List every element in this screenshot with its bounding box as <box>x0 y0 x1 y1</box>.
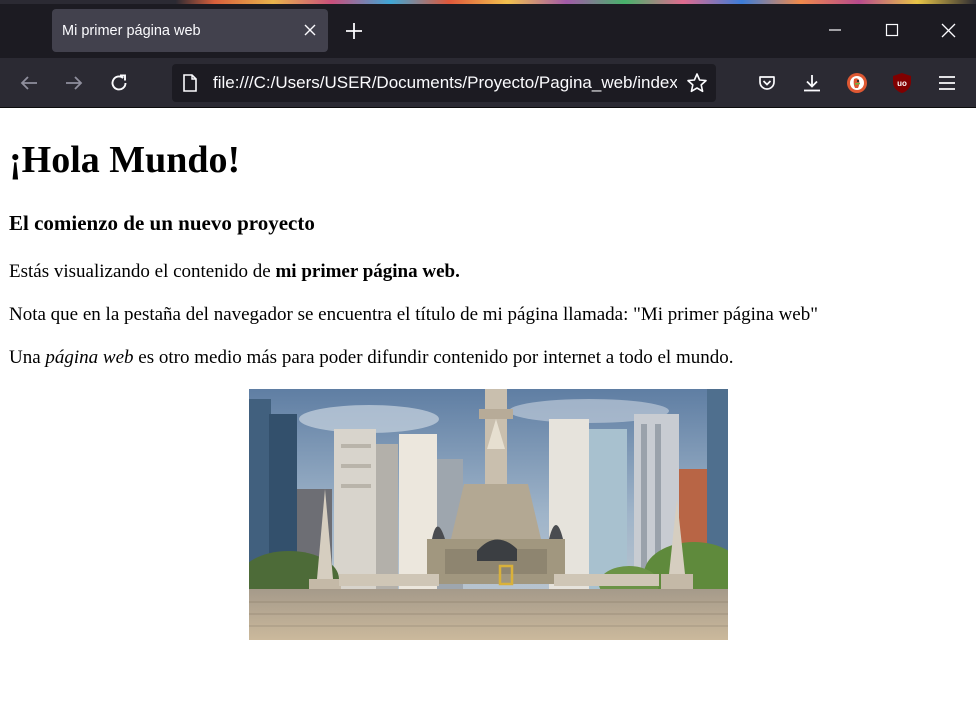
monument-photo <box>249 389 728 640</box>
svg-text:uo: uo <box>897 79 907 88</box>
reload-icon <box>111 74 127 91</box>
paragraph-web-page: Una página web es otro medio más para po… <box>9 347 733 369</box>
downloads-button[interactable] <box>798 69 826 97</box>
address-bar[interactable]: file:///C:/Users/USER/Documents/Proyecto… <box>172 64 716 102</box>
navigation-toolbar: file:///C:/Users/USER/Documents/Proyecto… <box>0 58 976 108</box>
page-subheading: El comienzo de un nuevo proyecto <box>9 211 315 235</box>
back-arrow-icon <box>20 76 37 90</box>
page-heading: ¡Hola Mundo! <box>9 139 241 181</box>
close-tab-icon[interactable] <box>302 22 318 38</box>
download-icon <box>804 75 820 92</box>
ublock-icon: uo <box>893 73 911 93</box>
paragraph-tab-note: Nota que en la pestaña del navegador se … <box>9 304 818 325</box>
paragraph-web-page-italic: página web <box>45 347 134 368</box>
url-text[interactable]: file:///C:/Users/USER/Documents/Proyecto… <box>213 73 677 93</box>
app-menu-button[interactable] <box>933 69 961 97</box>
close-icon <box>941 23 955 37</box>
duckduckgo-icon <box>847 73 867 93</box>
paragraph-intro: Estás visualizando el contenido de mi pr… <box>9 261 460 283</box>
tab-bar: Mi primer página web <box>0 4 976 58</box>
close-window-button[interactable] <box>933 16 963 44</box>
duckduckgo-extension-button[interactable] <box>843 69 871 97</box>
page-viewport: ¡Hola Mundo! El comienzo de un nuevo pro… <box>0 109 976 713</box>
pocket-icon <box>759 76 775 90</box>
minimize-button[interactable] <box>820 16 850 44</box>
maximize-button[interactable] <box>877 16 907 44</box>
reload-button[interactable] <box>105 69 133 97</box>
minimize-icon <box>829 29 841 31</box>
paragraph-web-page-start: Una <box>9 347 46 368</box>
star-icon[interactable] <box>686 72 708 94</box>
forward-button[interactable] <box>60 69 88 97</box>
plus-icon <box>346 23 362 39</box>
back-button[interactable] <box>15 69 43 97</box>
maximize-icon <box>885 23 899 37</box>
ublock-extension-button[interactable]: uo <box>888 69 916 97</box>
page-icon <box>180 73 200 93</box>
paragraph-intro-text: Estás visualizando el contenido de <box>9 261 276 282</box>
menu-icon <box>939 76 955 90</box>
paragraph-web-page-end: es otro medio más para poder difundir co… <box>133 347 734 368</box>
tab-active[interactable]: Mi primer página web <box>52 9 328 52</box>
pocket-button[interactable] <box>753 69 781 97</box>
paragraph-intro-bold: mi primer página web. <box>275 261 460 282</box>
tab-title: Mi primer página web <box>62 22 201 39</box>
forward-arrow-icon <box>66 76 83 90</box>
new-tab-button[interactable] <box>342 19 366 43</box>
